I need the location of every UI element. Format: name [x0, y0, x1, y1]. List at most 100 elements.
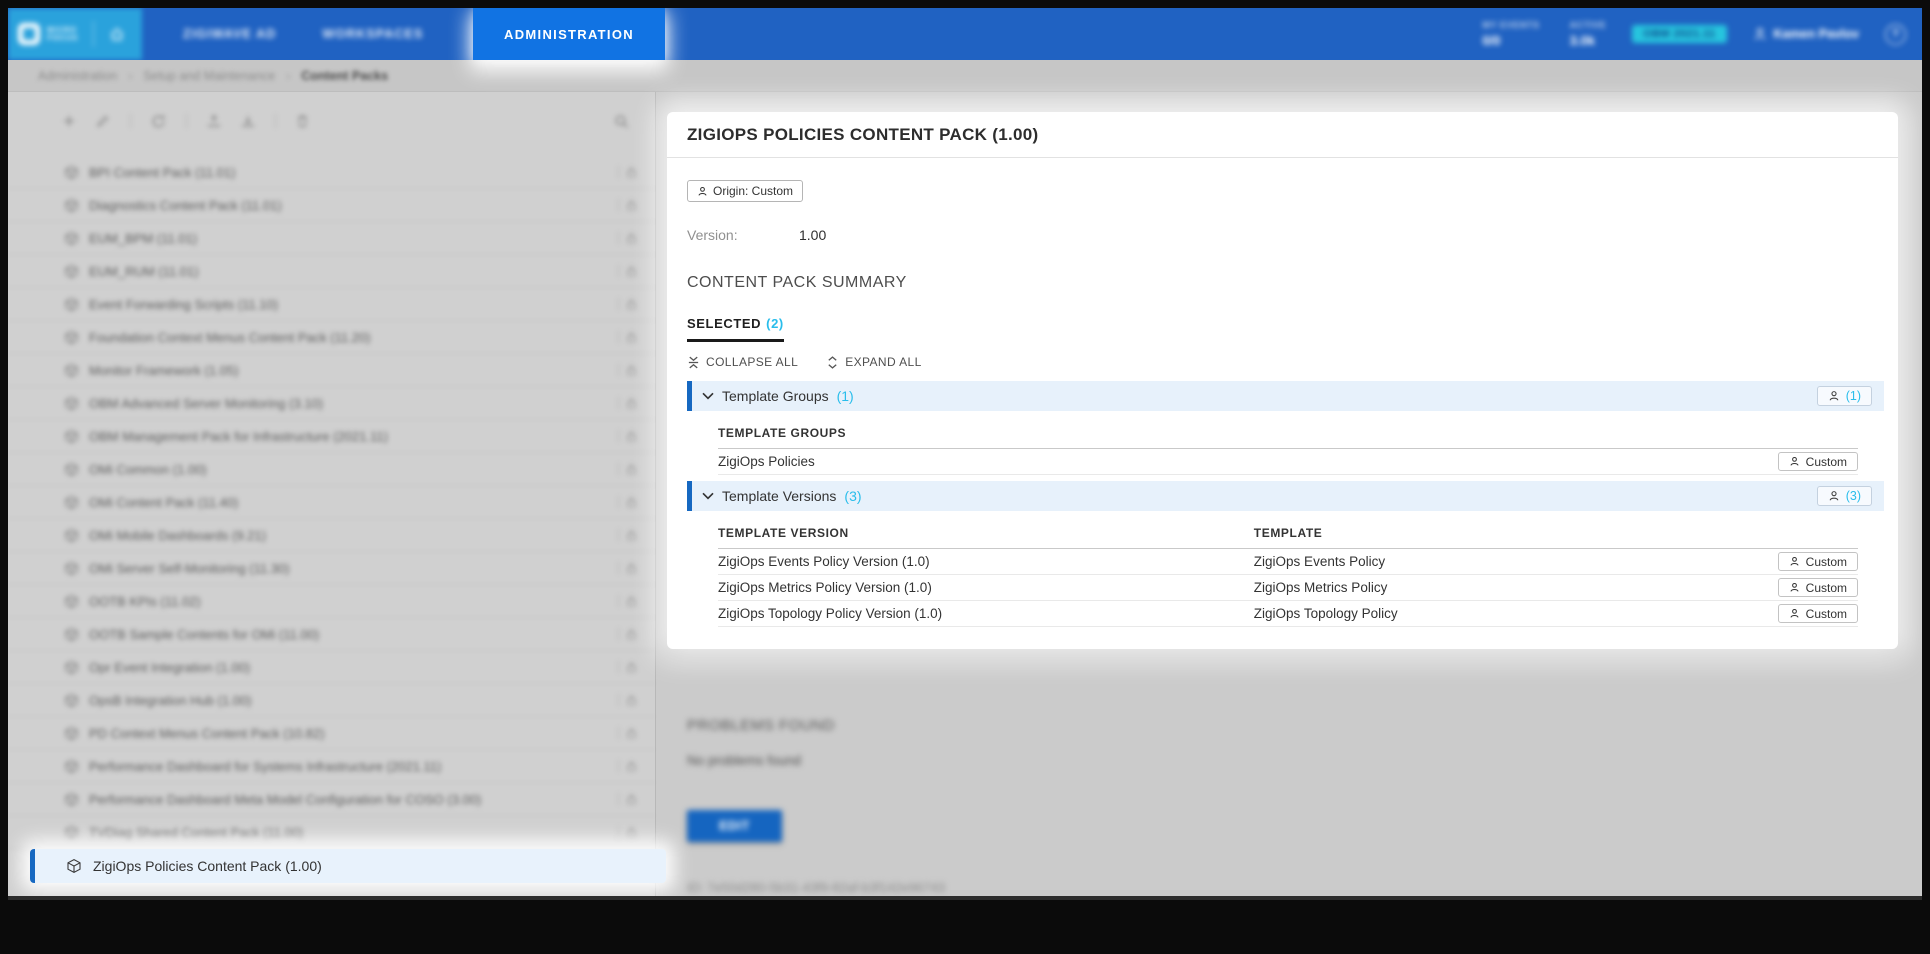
content-pack-list-item[interactable]: OMi Content Pack (11.40): [8, 486, 655, 519]
content-pack-icon: [64, 495, 79, 510]
content-pack-list-item[interactable]: Foundation Context Menus Content Pack (1…: [8, 321, 655, 354]
section-custom-count-badge: (1): [1817, 386, 1872, 406]
content-pack-list-item[interactable]: OMi Server Self-Monitoring (11.30): [8, 552, 655, 585]
edit-button[interactable]: EDIT: [687, 810, 782, 842]
stat-value: 0/0: [1482, 33, 1500, 48]
content-pack-label: EUM_RUM (11.01): [89, 264, 199, 279]
stat-value: 3.0k: [1570, 33, 1595, 48]
section-template-groups[interactable]: Template Groups (1) (1): [687, 381, 1884, 411]
topbar-right: MY EVENTS 0/0 ACTIVE 3.0k OBM 2021.11: [1482, 8, 1906, 60]
content-pack-list-item[interactable]: PD Context Menus Content Pack (10.82): [8, 717, 655, 750]
content-pack-icon: [64, 429, 79, 444]
search-icon[interactable]: [614, 114, 629, 129]
signed-indicator: [618, 628, 637, 640]
upload-icon[interactable]: [207, 114, 221, 128]
divider: [130, 114, 131, 128]
content-pack-list-item[interactable]: OMi Mobile Dashboards (9.21): [8, 519, 655, 552]
divider: [618, 298, 619, 310]
brand-block: MICROFOCUS: [8, 8, 142, 60]
edit-icon[interactable]: [96, 114, 110, 128]
content-pack-list-item-selected[interactable]: ZigiOps Policies Content Pack (1.00): [30, 849, 666, 883]
stat-block[interactable]: ACTIVE 3.0k: [1570, 20, 1607, 48]
content-pack-list-item[interactable]: OpsB Integration Hub (1.00): [8, 684, 655, 717]
tab-selected-label: SELECTED: [687, 316, 761, 331]
summary-heading: CONTENT PACK SUMMARY: [687, 274, 1884, 292]
content-pack-list-item[interactable]: OBM Management Pack for Infrastructure (…: [8, 420, 655, 453]
breadcrumb-ancestors: Administration › Setup and Maintenance ›: [38, 69, 290, 83]
content-pack-label: BPI Content Pack (11.01): [89, 165, 235, 180]
lock-icon: [626, 298, 637, 310]
content-pack-list-item[interactable]: Performance Dashboard for Systems Infras…: [8, 750, 655, 783]
divider: [618, 793, 619, 805]
content-pack-icon: [64, 297, 79, 312]
content-pack-list-item[interactable]: Diagnostics Content Pack (11.01): [8, 189, 655, 222]
divider: [618, 232, 619, 244]
table-row[interactable]: ZigiOps Topology Policy Version (1.0) Zi…: [718, 601, 1858, 627]
help-icon[interactable]: ?: [1885, 24, 1906, 45]
content-pack-list-item[interactable]: Monitor Framework (1.05): [8, 354, 655, 387]
content-pack-list-item[interactable]: EUM_BPM (11.01): [8, 222, 655, 255]
content-pack-list-item[interactable]: TVDiag Shared Content Pack (11.00): [8, 816, 655, 849]
delete-icon[interactable]: [296, 114, 309, 128]
home-icon[interactable]: [109, 26, 125, 42]
content-pack-label: Monitor Framework (1.05): [89, 363, 239, 378]
content-pack-list-item[interactable]: BPI Content Pack (11.01): [8, 156, 655, 189]
breadcrumb-link[interactable]: Administration: [38, 69, 117, 83]
collapse-all-button[interactable]: COLLAPSE ALL: [687, 355, 798, 369]
content-pack-list-item[interactable]: Performance Dashboard Meta Model Configu…: [8, 783, 655, 816]
tab-administration[interactable]: ADMINISTRATION: [473, 8, 665, 60]
user-menu[interactable]: Kamen Pavlov: [1753, 27, 1859, 41]
divider: [618, 166, 619, 178]
content-pack-list-item[interactable]: OOTB KPIs (11.02): [8, 585, 655, 618]
user-name: Kamen Pavlov: [1774, 27, 1859, 41]
signed-indicator: [618, 760, 637, 772]
stat-label: MY EVENTS: [1482, 20, 1539, 30]
application-window: MICROFOCUS ZIGIWAVE AD WORKSPACES: [0, 0, 1930, 954]
content-pack-list-item[interactable]: EUM_RUM (11.01): [8, 255, 655, 288]
content-pack-icon: [64, 396, 79, 411]
lock-icon: [626, 760, 637, 772]
sidebar-blurred-region: BPI Content Pack (11.01) Diagnostics Con…: [8, 92, 655, 896]
nav-tab[interactable]: WORKSPACES: [299, 8, 446, 60]
lock-icon: [626, 496, 637, 508]
table-row[interactable]: ZigiOps Policies Custom: [718, 449, 1858, 475]
content-pack-icon: [66, 858, 82, 874]
breadcrumb-link[interactable]: Setup and Maintenance: [143, 69, 275, 83]
signed-indicator: [618, 364, 637, 376]
content-pack-label: OBM Advanced Server Monitoring (3.10): [89, 396, 323, 411]
content-pack-list-item[interactable]: OBM Advanced Server Monitoring (3.10): [8, 387, 655, 420]
expand-all-button[interactable]: EXPAND ALL: [826, 355, 921, 369]
content-pack-label: Foundation Context Menus Content Pack (1…: [89, 330, 371, 345]
signed-indicator: [618, 826, 637, 838]
nav-tab[interactable]: ZIGIWAVE AD: [160, 8, 299, 60]
signed-indicator: [618, 562, 637, 574]
content-pack-list-item[interactable]: OOTB Sample Contents for OMi (11.00): [8, 618, 655, 651]
template-cell: ZigiOps Events Policy: [1254, 554, 1385, 569]
content-pack-icon: [64, 627, 79, 642]
signed-indicator: [618, 793, 637, 805]
content-pack-label: ZigiOps Policies Content Pack (1.00): [93, 858, 322, 874]
custom-badge-label: Custom: [1806, 455, 1847, 469]
content-pack-icon: [64, 726, 79, 741]
stat-block[interactable]: MY EVENTS 0/0: [1482, 20, 1539, 48]
panel-body: Origin: Custom Version: 1.00 CONTENT PAC…: [667, 158, 1898, 649]
signed-indicator: [618, 463, 637, 475]
chevron-down-icon: [702, 392, 714, 400]
content-area: BPI Content Pack (11.01) Diagnostics Con…: [8, 92, 1922, 896]
custom-badge: Custom: [1778, 452, 1858, 471]
content-pack-list-item[interactable]: OMi Common (1.00): [8, 453, 655, 486]
download-icon[interactable]: [241, 114, 255, 128]
content-pack-list-item[interactable]: Event Forwarding Scripts (11.10): [8, 288, 655, 321]
section-template-versions[interactable]: Template Versions (3) (3): [687, 481, 1884, 511]
table-row[interactable]: ZigiOps Metrics Policy Version (1.0) Zig…: [718, 575, 1858, 601]
refresh-icon[interactable]: [151, 114, 166, 129]
add-icon[interactable]: [62, 114, 76, 128]
signed-indicator: [618, 727, 637, 739]
tab-selected[interactable]: SELECTED (2): [687, 316, 784, 342]
content-pack-list-item[interactable]: Opr Event Integration (1.00): [8, 651, 655, 684]
person-icon: [1789, 456, 1800, 467]
table-row[interactable]: ZigiOps Events Policy Version (1.0) Zigi…: [718, 549, 1858, 575]
divider: [618, 397, 619, 409]
column-header-template: TEMPLATE: [1254, 526, 1323, 540]
lock-icon: [626, 265, 637, 277]
